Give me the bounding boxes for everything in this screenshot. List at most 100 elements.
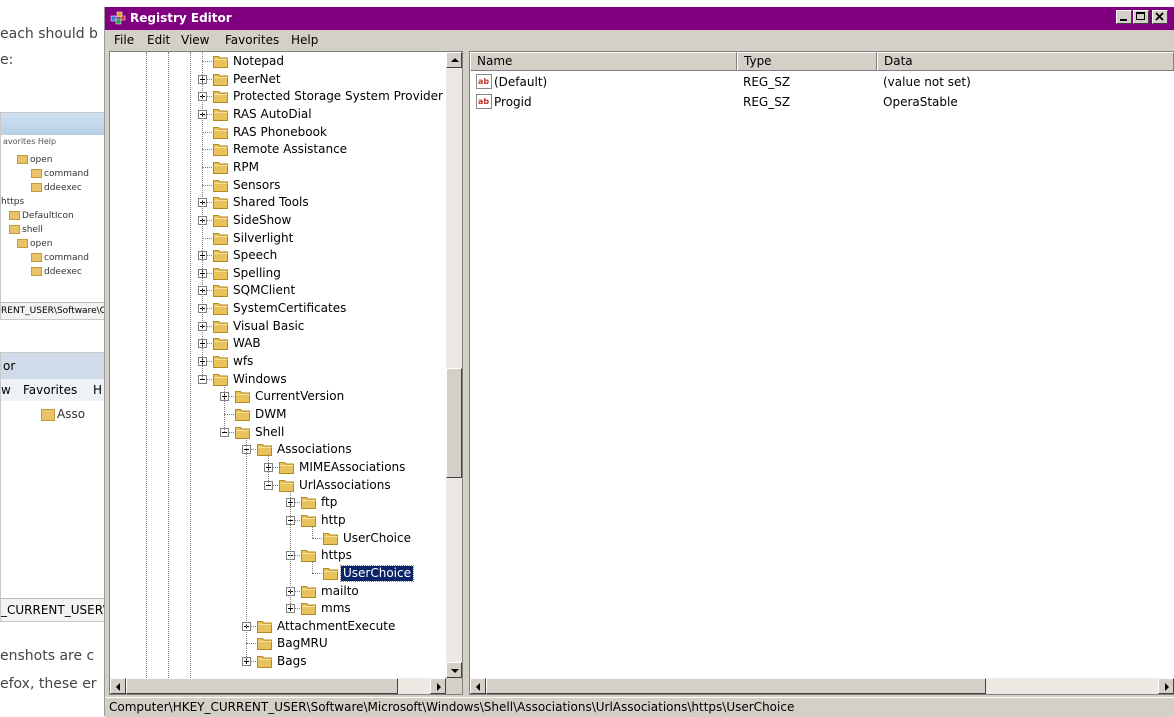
tree-item[interactable]: RPM xyxy=(110,159,446,176)
tree-item[interactable]: wfs xyxy=(110,353,446,370)
tree-item[interactable]: Sensors xyxy=(110,177,446,194)
tree-item-label: UserChoice xyxy=(340,564,414,582)
tree-item[interactable]: PeerNet xyxy=(110,71,446,88)
tree-horizontal-scrollbar[interactable] xyxy=(110,678,446,694)
tree-item[interactable]: Shell xyxy=(110,424,446,441)
tree-item[interactable]: ftp xyxy=(110,494,446,511)
tree-item-label: Sensors xyxy=(233,177,281,192)
value-row[interactable]: ab Progid REG_SZ OperaStable xyxy=(470,92,1174,112)
tree-item[interactable]: UserChoice xyxy=(110,530,446,547)
menu-help[interactable]: Help xyxy=(291,33,318,47)
tree-item[interactable]: AttachmentExecute xyxy=(110,618,446,635)
column-header-type[interactable]: Type xyxy=(737,52,877,71)
window-title: Registry Editor xyxy=(130,11,232,25)
scroll-left-button[interactable] xyxy=(470,678,486,694)
tree-item-label: Shared Tools xyxy=(233,195,309,210)
tree-vertical-scrollbar[interactable] xyxy=(446,52,462,678)
folder-icon xyxy=(213,231,229,245)
column-header-data[interactable]: Data xyxy=(877,52,1174,71)
tree-item-label: PeerNet xyxy=(233,71,281,86)
tree-item[interactable]: RAS Phonebook xyxy=(110,124,446,141)
tree-item[interactable]: Speech xyxy=(110,247,446,264)
column-header-name[interactable]: Name xyxy=(470,52,737,71)
tree-item[interactable]: RAS AutoDial xyxy=(110,106,446,123)
folder-icon xyxy=(257,442,273,457)
menu-edit[interactable]: Edit xyxy=(147,33,170,47)
tree-item[interactable]: CurrentVersion xyxy=(110,388,446,405)
tree-guide-line xyxy=(312,525,314,538)
registry-key-tree[interactable]: Notepad PeerNet Protected Storage System P… xyxy=(109,51,463,695)
folder-icon xyxy=(213,283,229,298)
tree-item-label: Protected Storage System Provider xyxy=(233,89,443,104)
folder-icon xyxy=(213,195,229,210)
tree-item[interactable]: SQMClient xyxy=(110,282,446,299)
minimize-button[interactable] xyxy=(1116,10,1132,24)
tree-item-label: SystemCertificates xyxy=(233,301,347,316)
tree-item[interactable]: Spelling xyxy=(110,265,446,282)
tree-item[interactable]: Remote Assistance xyxy=(110,141,446,158)
tree-item[interactable]: Visual Basic xyxy=(110,318,446,335)
menu-file[interactable]: File xyxy=(114,33,134,47)
tree-item[interactable]: Notepad xyxy=(110,53,446,70)
reg-sz-icon: ab xyxy=(476,74,492,89)
folder-icon xyxy=(257,619,273,633)
article-text: enshots are c xyxy=(0,648,95,664)
scroll-thumb[interactable] xyxy=(126,678,398,694)
scroll-thumb[interactable] xyxy=(486,678,986,694)
value-row[interactable]: ab (Default) REG_SZ (value not set) xyxy=(470,72,1174,92)
folder-icon xyxy=(213,372,229,386)
scroll-up-button[interactable] xyxy=(446,52,462,68)
value-data: (value not set) xyxy=(883,75,971,89)
scroll-right-button[interactable] xyxy=(1158,678,1174,694)
tree-item-label: Spelling xyxy=(233,265,281,280)
folder-icon xyxy=(235,407,251,421)
folder-icon xyxy=(213,72,229,86)
value-type: REG_SZ xyxy=(743,75,791,89)
tree-item-label: http xyxy=(321,512,346,527)
folder-icon xyxy=(323,531,339,545)
tree-guide-line xyxy=(168,52,170,678)
tree-item[interactable]: UserChoice xyxy=(110,564,446,582)
tree-guide-line xyxy=(146,52,148,678)
tree-item[interactable]: Bags xyxy=(110,653,446,670)
folder-icon xyxy=(301,548,317,563)
folder-icon xyxy=(301,513,317,527)
tree-item[interactable]: SideShow xyxy=(110,212,446,229)
title-bar[interactable]: Registry Editor xyxy=(105,7,1174,30)
tree-item-label: DWM xyxy=(255,407,287,421)
scroll-down-button[interactable] xyxy=(446,662,462,678)
article-text: e: xyxy=(0,52,14,68)
close-button[interactable] xyxy=(1152,10,1168,24)
maximize-button[interactable] xyxy=(1133,10,1149,24)
tree-guide-line xyxy=(268,455,270,485)
tree-item[interactable]: MIMEAssociations xyxy=(110,459,446,476)
registry-editor-window: Registry Editor File Edit View Favorites… xyxy=(104,7,1174,717)
tree-item[interactable]: mailto xyxy=(110,583,446,600)
scroll-corner xyxy=(446,678,462,694)
tree-item[interactable]: http xyxy=(110,512,446,529)
menu-favorites[interactable]: Favorites xyxy=(225,33,279,47)
menu-view[interactable]: View xyxy=(181,33,209,47)
tree-item[interactable]: BagMRU xyxy=(110,635,446,652)
registry-values-list[interactable]: Name Type Data ab (Default) REG_SZ (valu… xyxy=(469,51,1174,695)
tree-item[interactable]: Windows xyxy=(110,371,446,388)
tree-item[interactable]: Protected Storage System Provider xyxy=(110,88,446,105)
folder-icon xyxy=(235,425,251,439)
tree-item[interactable]: Silverlight xyxy=(110,230,446,247)
tree-item[interactable]: Associations xyxy=(110,441,446,458)
thumb-titlebar xyxy=(1,113,104,135)
list-horizontal-scrollbar[interactable] xyxy=(470,678,1174,694)
tree-item[interactable]: WAB xyxy=(110,335,446,352)
tree-item[interactable]: SystemCertificates xyxy=(110,300,446,317)
tree-item[interactable]: UrlAssociations xyxy=(110,477,446,494)
tree-item[interactable]: Shared Tools xyxy=(110,194,446,211)
scroll-thumb[interactable] xyxy=(446,368,462,478)
scroll-right-button[interactable] xyxy=(430,678,446,694)
tree-guide-line xyxy=(190,52,192,678)
folder-icon xyxy=(257,654,273,669)
tree-item[interactable]: https xyxy=(110,547,446,564)
tree-item[interactable]: DWM xyxy=(110,406,446,423)
arrow-left-icon xyxy=(116,683,120,691)
scroll-left-button[interactable] xyxy=(110,678,126,694)
tree-item[interactable]: mms xyxy=(110,600,446,617)
